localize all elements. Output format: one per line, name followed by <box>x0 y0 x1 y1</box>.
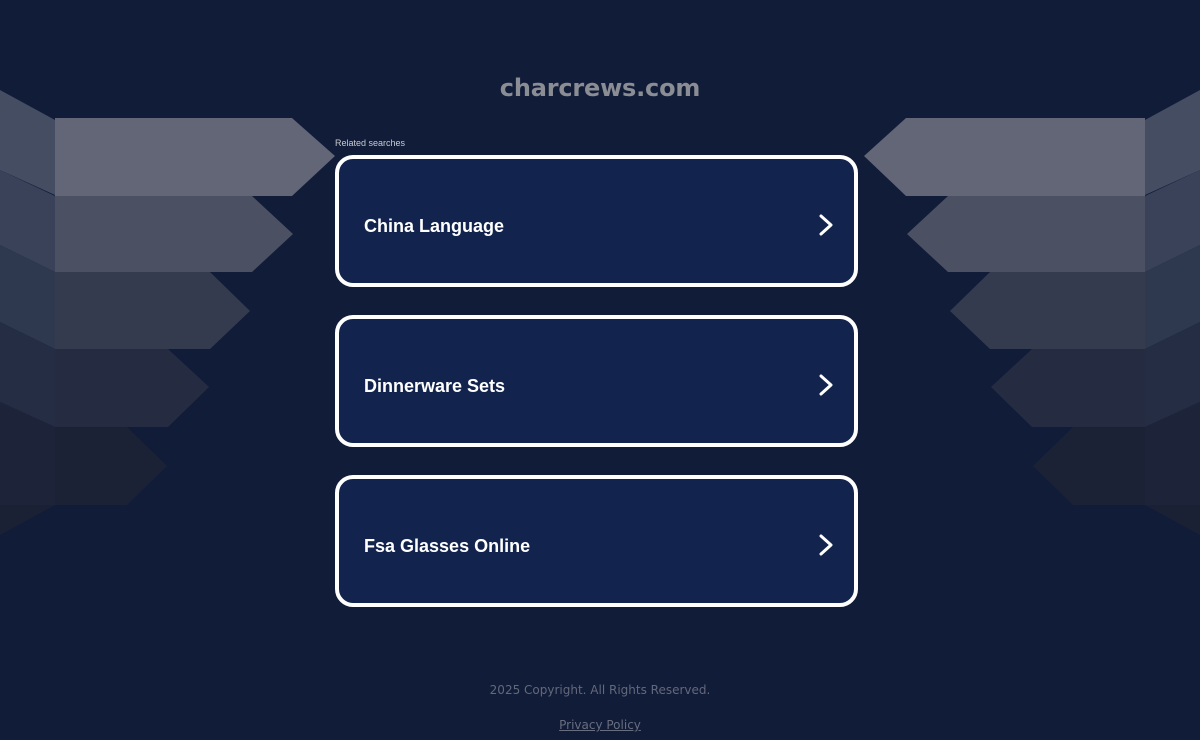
parked-domain-page: charcrews.com Related searches China Lan… <box>0 0 1200 740</box>
related-search-label: Fsa Glasses Online <box>364 536 531 556</box>
related-search-item-fsa-glasses-online[interactable]: Fsa Glasses Online <box>335 475 858 607</box>
chevron-right-icon <box>819 534 833 556</box>
domain-title: charcrews.com <box>499 74 701 102</box>
related-search-label: China Language <box>364 216 505 236</box>
related-search-item-dinnerware-sets[interactable]: Dinnerware Sets <box>335 315 858 447</box>
privacy-policy-link[interactable]: Privacy Policy <box>0 718 1200 732</box>
chevron-right-icon <box>819 214 833 236</box>
related-search-item-china-language[interactable]: China Language <box>335 155 858 287</box>
chevron-right-icon <box>819 374 833 396</box>
copyright-text: 2025 Copyright. All Rights Reserved. <box>489 683 711 697</box>
related-search-label: Dinnerware Sets <box>364 376 506 396</box>
related-searches-label: Related searches <box>335 138 406 148</box>
